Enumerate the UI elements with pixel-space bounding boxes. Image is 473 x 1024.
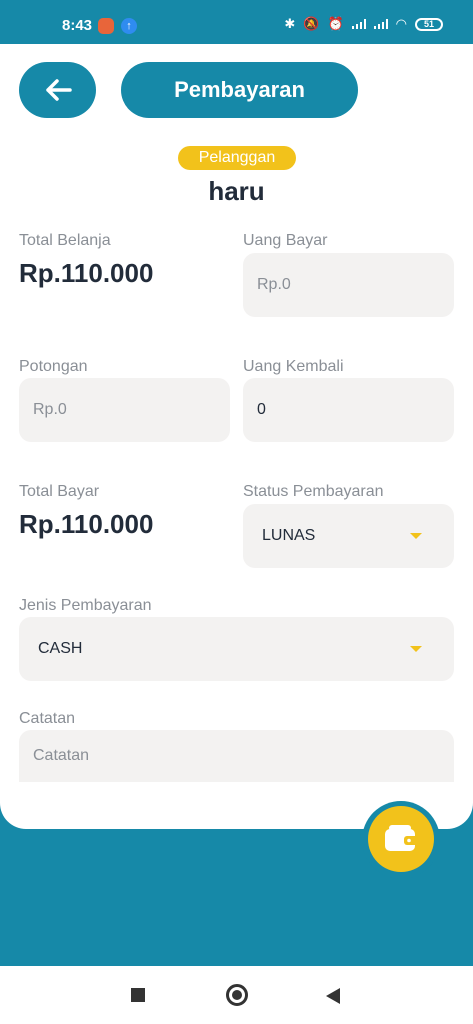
back-nav-icon[interactable]	[326, 988, 340, 1004]
total-bayar-value: Rp.110.000	[19, 509, 154, 539]
uang-bayar-label: Uang Bayar	[243, 232, 328, 249]
uang-kembali-value: 0	[257, 401, 266, 418]
notification-app-icon	[98, 18, 114, 34]
wallet-icon	[385, 825, 418, 851]
customer-name: haru	[208, 176, 265, 206]
signal-icon-2	[373, 19, 388, 29]
dropdown-caret-icon	[410, 533, 422, 539]
catatan-input[interactable]: Catatan	[19, 730, 454, 782]
status-pembayaran-select[interactable]: LUNAS	[243, 504, 454, 568]
arrow-left-icon	[45, 79, 72, 101]
status-icons: ✱ 🔕 ⏰ ◠ 51	[284, 16, 443, 32]
alarm-icon: ⏰	[327, 16, 344, 31]
potongan-label: Potongan	[19, 358, 88, 375]
status-pembayaran-value: LUNAS	[262, 527, 316, 544]
potongan-input[interactable]: Rp.0	[19, 378, 230, 442]
jenis-pembayaran-value: CASH	[38, 640, 83, 657]
jenis-pembayaran-label: Jenis Pembayaran	[19, 597, 152, 614]
signal-icon	[351, 19, 366, 29]
total-bayar-label: Total Bayar	[19, 483, 100, 500]
system-nav-bar	[0, 966, 473, 1024]
upload-icon: ↑	[121, 18, 137, 34]
uang-kembali-label: Uang Kembali	[243, 358, 344, 375]
mute-icon: 🔕	[303, 16, 320, 31]
battery-icon: 51	[415, 17, 443, 31]
dropdown-caret-icon	[410, 646, 422, 652]
uang-kembali-field: 0	[243, 378, 454, 442]
recents-icon[interactable]	[131, 988, 145, 1002]
uang-bayar-placeholder: Rp.0	[257, 276, 291, 293]
pay-fab-button[interactable]	[368, 806, 434, 872]
page-title: Pembayaran	[121, 62, 358, 118]
jenis-pembayaran-select[interactable]: CASH	[19, 617, 454, 681]
catatan-label: Catatan	[19, 710, 76, 727]
home-icon[interactable]	[226, 984, 248, 1006]
wifi-icon: ◠	[395, 16, 407, 31]
status-time: 8:43	[62, 17, 93, 34]
total-belanja-value: Rp.110.000	[19, 258, 154, 288]
uang-bayar-input[interactable]: Rp.0	[243, 253, 454, 317]
customer-badge: Pelanggan	[178, 146, 296, 170]
status-pembayaran-label: Status Pembayaran	[243, 483, 384, 500]
potongan-placeholder: Rp.0	[33, 401, 67, 418]
back-button[interactable]	[19, 62, 96, 118]
status-bar: 8:43 ↑ ✱ 🔕 ⏰ ◠ 51	[0, 0, 473, 44]
bluetooth-icon: ✱	[284, 16, 296, 31]
catatan-placeholder: Catatan	[33, 747, 90, 764]
total-belanja-label: Total Belanja	[19, 232, 111, 249]
